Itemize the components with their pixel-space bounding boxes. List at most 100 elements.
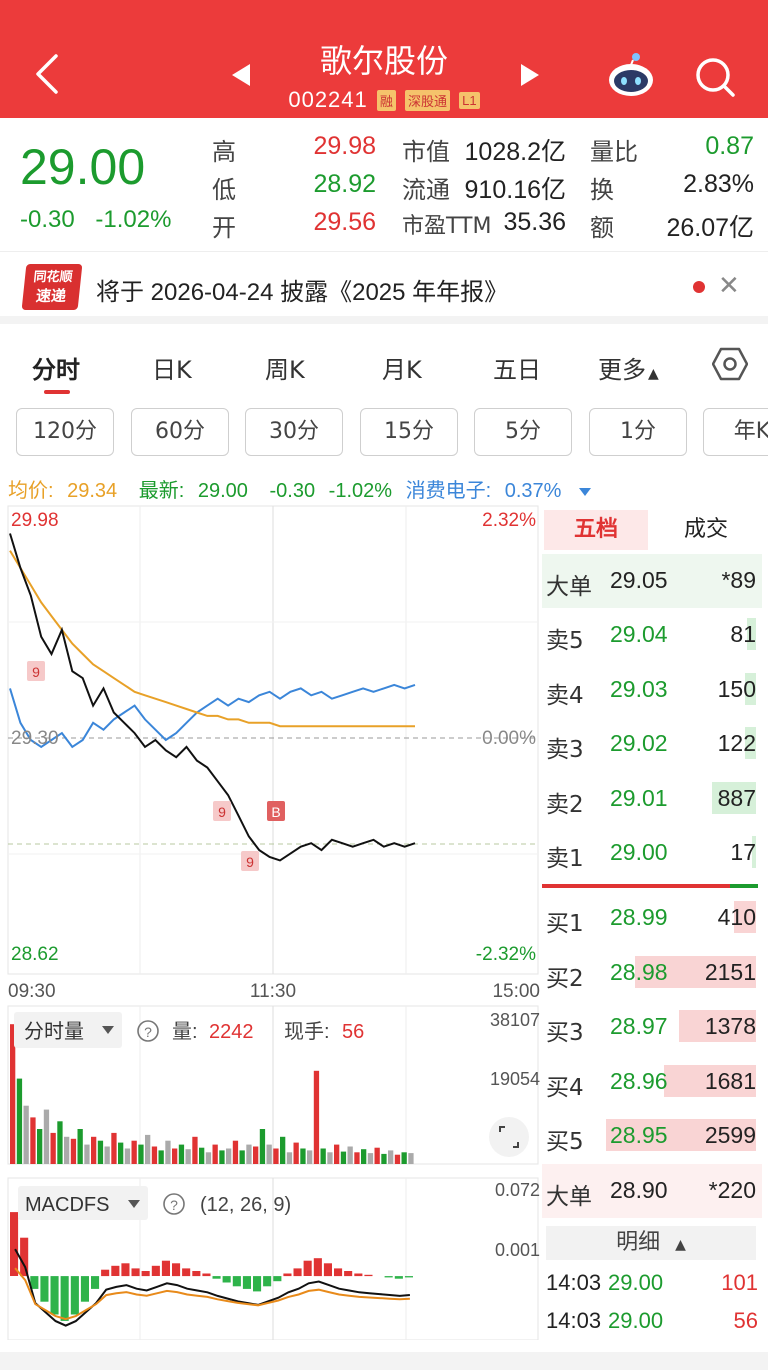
fullscreen-button[interactable] — [489, 1117, 529, 1157]
period-year-k[interactable]: 年K — [703, 408, 768, 456]
vol-ratio-label: 量比 — [590, 138, 638, 166]
bid-level-price: 28.96 — [610, 1067, 668, 1094]
y-left-mid: 29.30 — [11, 728, 59, 749]
detail-toggle[interactable]: 明细 ▲ — [546, 1226, 756, 1260]
volume-bar — [232, 1140, 239, 1164]
period-1min[interactable]: 1分 — [589, 408, 687, 456]
sector-index[interactable]: 消费电子: 0.37% — [406, 480, 600, 502]
macd-bar — [384, 1276, 393, 1278]
volume-bar — [131, 1140, 137, 1164]
volume-bar — [259, 1129, 266, 1164]
volume-bar — [172, 1148, 178, 1164]
bid-level-row: 买1 28.99 410 — [542, 891, 762, 945]
volume-label: 量: — [172, 1021, 198, 1043]
macd-chart: MACDFS ? (12, 26, 9) 0.072 0.001 — [7, 1177, 540, 1340]
tab-more[interactable]: 更多 ▲ — [598, 350, 659, 385]
bid-level-label: 买3 — [546, 1020, 584, 1047]
caret-up-icon: ▲ — [675, 1237, 686, 1253]
macd-bar — [242, 1276, 251, 1289]
bid-level-volume: 410 — [717, 904, 756, 930]
macd-bar — [222, 1276, 231, 1283]
pe-value: 35.36 — [503, 208, 566, 236]
ask-level-volume: 81 — [730, 621, 756, 647]
period-5min[interactable]: 5分 — [474, 408, 572, 456]
macd-bar — [344, 1271, 353, 1277]
float-label: 流通 — [402, 176, 450, 204]
big-buy-row: 大单 28.90 *220 — [542, 1164, 762, 1218]
period-120min[interactable]: 120分 — [16, 408, 114, 456]
volume-bar — [313, 1070, 320, 1164]
current-hand-label: 现手: — [284, 1020, 330, 1043]
tab-monthly-k[interactable]: 月K — [382, 350, 422, 385]
volume-bar — [205, 1152, 212, 1164]
high-label: 高 — [212, 138, 236, 166]
volume-bar — [401, 1152, 407, 1164]
tab-weekly-k[interactable]: 周K — [265, 350, 305, 385]
settings-hexagon-icon[interactable] — [712, 346, 748, 382]
volume-bar — [178, 1144, 185, 1164]
tab-intraday[interactable]: 分时 — [32, 350, 80, 385]
ask-level-label: 卖1 — [546, 846, 584, 873]
chart-tabs: 分时 日K 周K 月K 五日 更多 ▲ — [0, 332, 768, 398]
ask-level-price: 29.00 — [610, 839, 668, 866]
ask-level-label: 卖4 — [546, 682, 584, 709]
close-icon[interactable]: ✕ — [718, 270, 740, 301]
announcement-bar[interactable]: 同花顺 速递 将于 2026-04-24 披露《2025 年年报》 ✕ — [0, 252, 768, 324]
bid-level-volume: 1681 — [704, 1067, 756, 1094]
volume-bar — [151, 1146, 158, 1164]
active-tab-indicator — [44, 390, 70, 394]
macd-bar — [60, 1276, 69, 1321]
turnover-label: 换 — [590, 176, 614, 204]
x-tick-open: 09:30 — [8, 981, 56, 1002]
volume-bar — [124, 1148, 131, 1164]
macd-bar — [212, 1276, 221, 1279]
bid-level-row: 买3 28.97 1378 — [542, 1000, 762, 1054]
period-60min[interactable]: 60分 — [131, 408, 229, 456]
ask-level-label: 卖3 — [546, 737, 584, 764]
ask-level-row: 卖1 29.00 17 — [542, 826, 762, 880]
macd-bar — [323, 1263, 332, 1277]
quote-panel: 29.00 -0.30 -1.02% 高 29.98 低 28.92 开 29.… — [0, 118, 768, 252]
tab-trades[interactable]: 成交 — [654, 510, 758, 550]
macd-bar — [40, 1276, 49, 1302]
bid-level-volume: 2151 — [704, 958, 756, 985]
macd-title: MACDFS — [25, 1194, 109, 1216]
macd-bar — [172, 1263, 181, 1277]
high-value: 29.98 — [313, 132, 376, 160]
vol-ratio-value: 0.87 — [705, 132, 754, 160]
volume-bar — [219, 1150, 225, 1164]
price-chart: 9 9 9 B 29.98 29.30 28.62 2.32% 0.00% -2.32… — [7, 505, 539, 975]
announcement-text: 将于 2026-04-24 披露《2025 年年报》 — [96, 279, 509, 306]
volume-bar — [347, 1146, 353, 1164]
robot-assistant-icon[interactable] — [606, 52, 656, 98]
macd-params: (12, 26, 9) — [200, 1194, 291, 1216]
low-value: 28.92 — [313, 170, 376, 198]
tab-five-levels[interactable]: 五档 — [544, 510, 648, 550]
volume-title: 分时量 — [24, 1020, 84, 1043]
prev-stock-icon[interactable] — [232, 64, 250, 86]
ask-level-price: 29.02 — [610, 730, 668, 757]
search-icon[interactable] — [694, 56, 736, 98]
tab-five-day[interactable]: 五日 — [493, 350, 541, 385]
macd-bar — [141, 1271, 150, 1277]
macd-bar — [202, 1273, 211, 1277]
change-percent: -1.02% — [95, 206, 172, 233]
macd-bar — [80, 1276, 89, 1302]
period-30min[interactable]: 30分 — [245, 408, 343, 456]
next-stock-icon[interactable] — [521, 64, 539, 86]
intraday-charts[interactable]: 9 9 9 B 29.98 29.30 28.62 2.32% 0.00% -2.32… — [0, 504, 542, 1340]
tab-daily-k[interactable]: 日K — [152, 350, 192, 385]
latest-price: 最新: 29.00 — [138, 480, 248, 502]
period-selector: 120分 60分 30分 15分 5分 1分 年K — [0, 406, 768, 460]
volume-bar — [37, 1129, 43, 1164]
macd-bar — [70, 1276, 79, 1315]
volume-bar — [104, 1146, 110, 1164]
macd-bar — [192, 1271, 201, 1277]
macd-y-top: 0.072 — [495, 1180, 540, 1200]
macd-bar — [334, 1268, 343, 1277]
volume-bar — [334, 1144, 340, 1164]
unread-dot-icon — [693, 281, 705, 293]
volume-bar — [43, 1109, 50, 1164]
period-15min[interactable]: 15分 — [360, 408, 458, 456]
macd-bar — [263, 1276, 272, 1287]
